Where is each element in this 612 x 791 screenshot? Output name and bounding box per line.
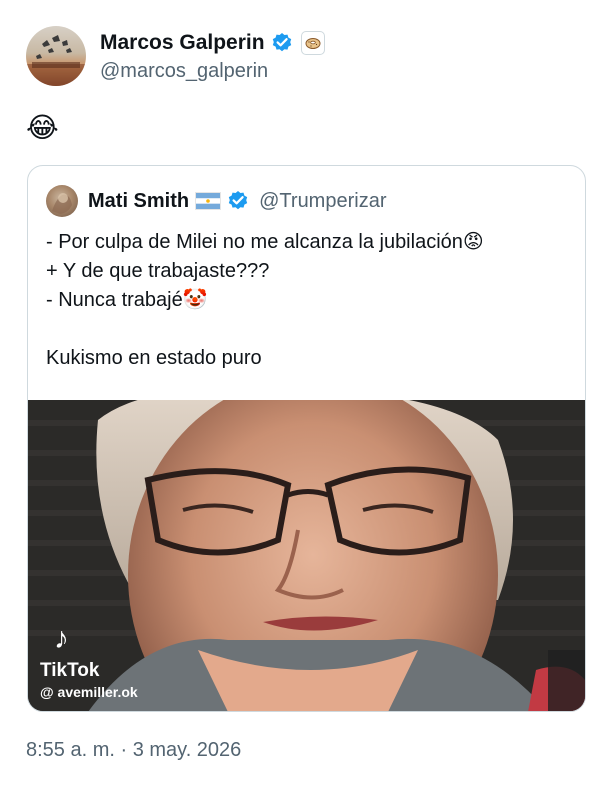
verified-badge-icon: [271, 32, 293, 54]
quoted-text-line: + Y de que trabajaste???: [46, 260, 270, 282]
author-name-row: Marcos Galperin: [100, 30, 325, 56]
quoted-author-handle[interactable]: @Trumperizar: [259, 190, 386, 213]
quoted-verified-badge-icon: [227, 190, 249, 212]
quoted-text-line: [46, 315, 566, 344]
video-thumbnail[interactable]: ♪ TikTok @ avemiller.ok: [28, 400, 585, 711]
quoted-text-line: - Por culpa de Milei no me alcanza la ju…: [46, 231, 484, 253]
quoted-post-header: Mati Smith @Trumperizar: [46, 184, 386, 218]
author-avatar[interactable]: [26, 26, 86, 86]
post-text: 😂: [26, 112, 59, 143]
quoted-text-line: Kukismo en estado puro: [46, 347, 262, 369]
quoted-post[interactable]: Mati Smith @Trumperizar - Por culpa de M…: [27, 165, 586, 712]
author-name[interactable]: Marcos Galperin: [100, 30, 265, 56]
quoted-author-name[interactable]: Mati Smith: [88, 190, 189, 213]
tiktok-brand: TikTok: [40, 660, 100, 681]
tiktok-logo-icon: ♪: [54, 622, 69, 655]
quoted-author-avatar[interactable]: [46, 185, 78, 217]
tiktok-username: @ avemiller.ok: [40, 684, 138, 700]
author-handle[interactable]: @marcos_galperin: [100, 60, 268, 83]
bagel-badge-icon[interactable]: [300, 31, 325, 55]
tiktok-watermark: ♪ TikTok @ avemiller.ok: [40, 622, 180, 702]
post-timestamp[interactable]: 8:55 a. m. · 3 may. 2026: [26, 739, 241, 762]
quoted-text-line: - Nunca trabajé🤡: [46, 289, 208, 311]
argentina-flag-icon: [195, 192, 222, 210]
quoted-post-text: - Por culpa de Milei no me alcanza la ju…: [46, 228, 566, 373]
post-header: Marcos Galperin @marcos_galperin: [26, 26, 586, 90]
